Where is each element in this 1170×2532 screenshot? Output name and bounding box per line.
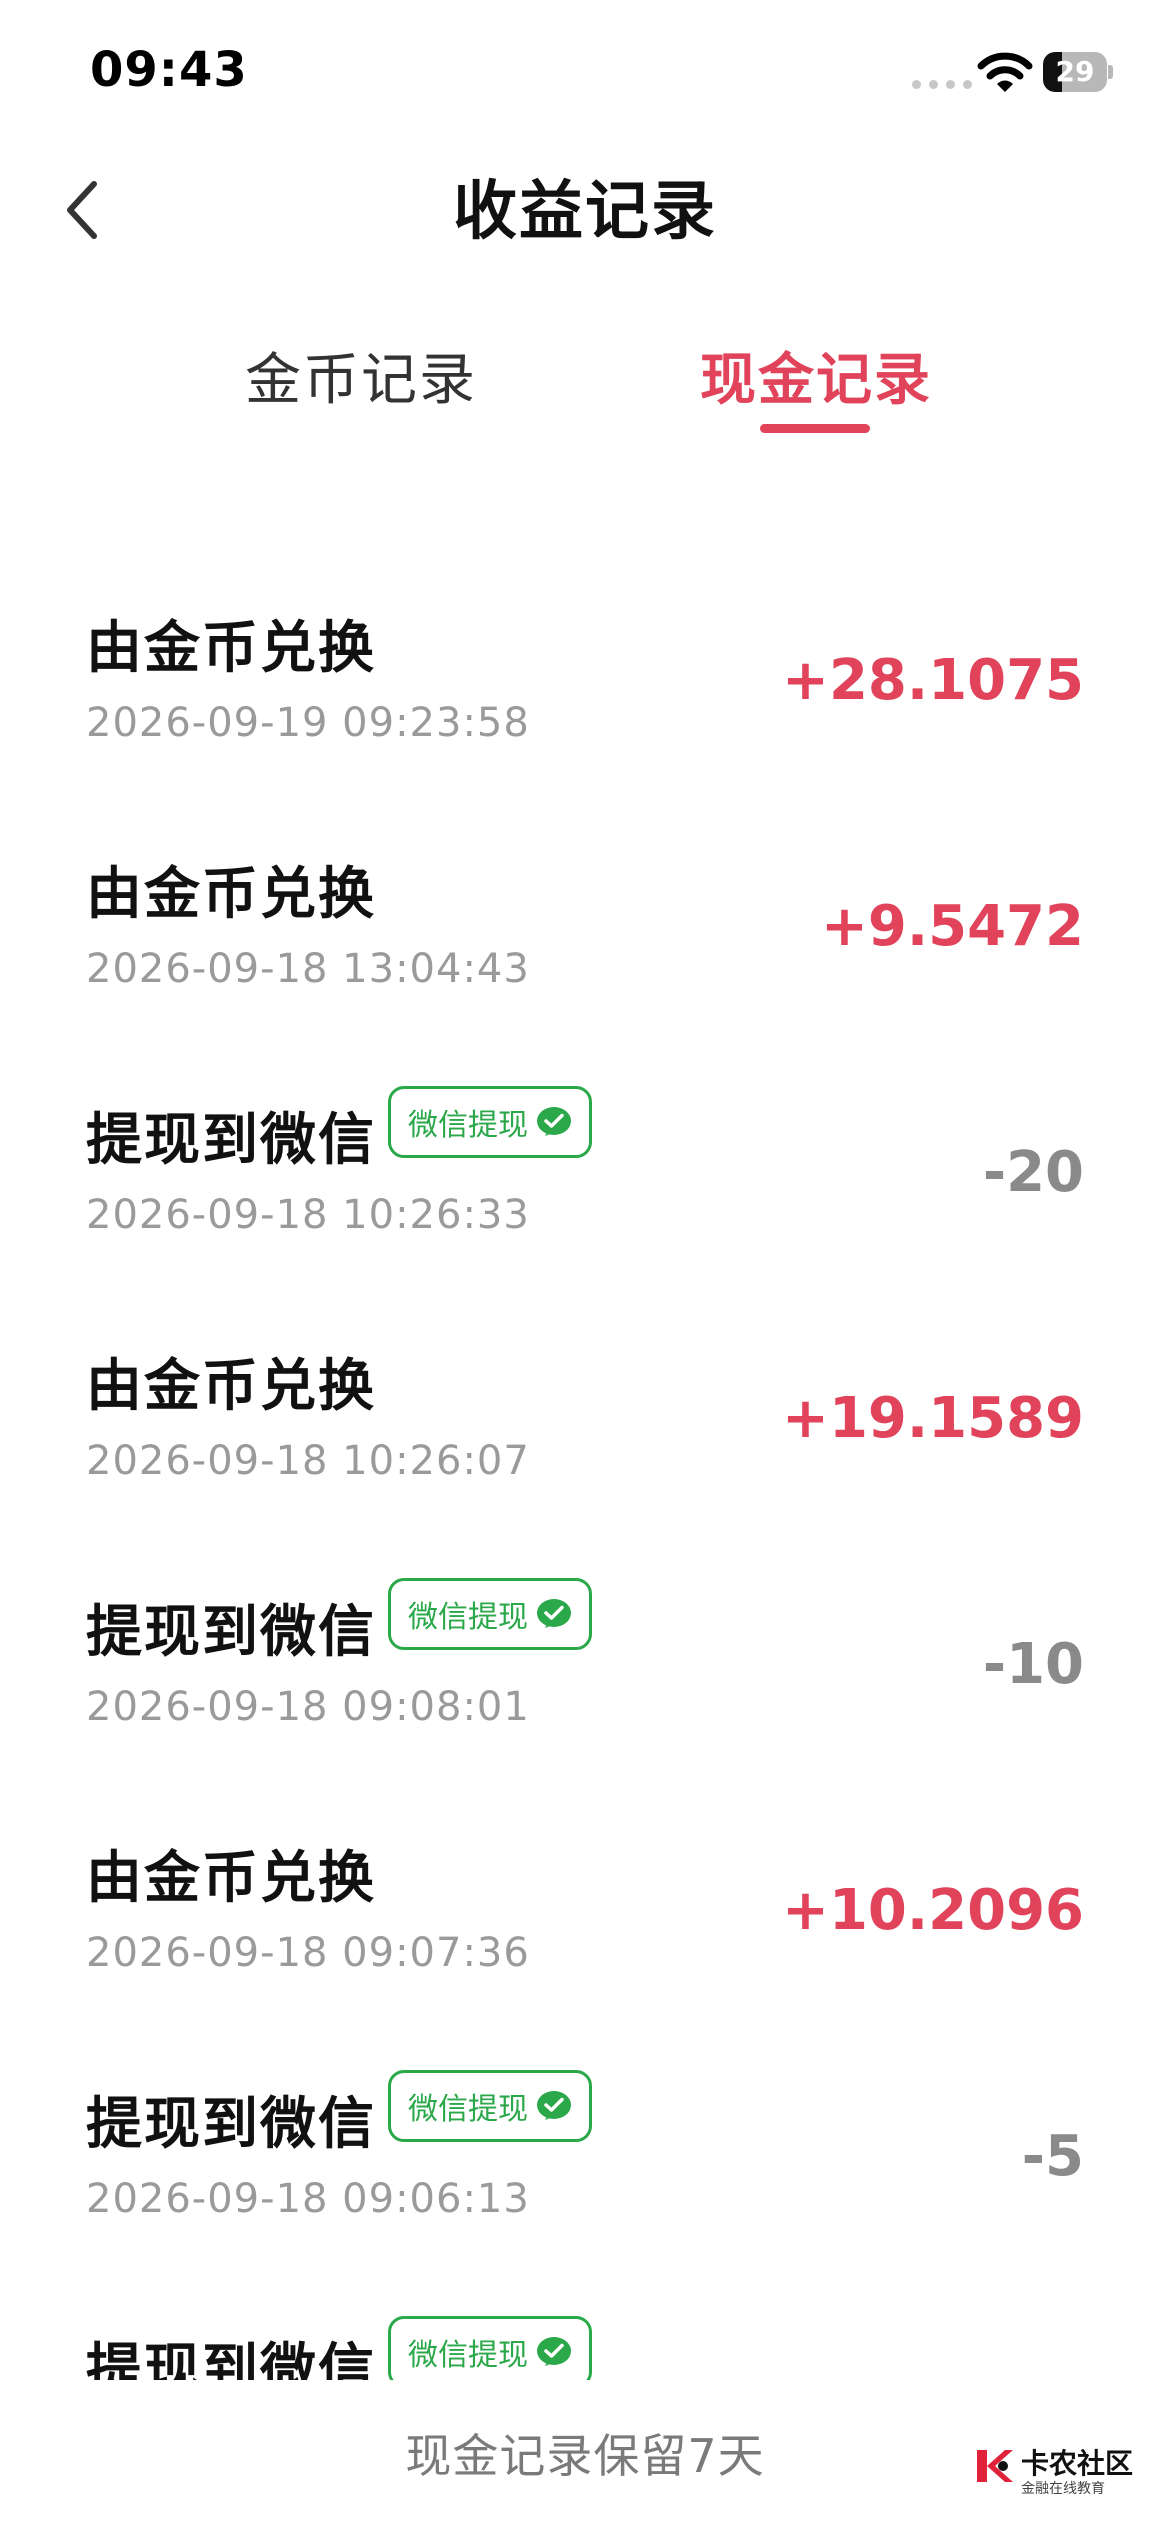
list-item[interactable]: 提现到微信 微信提现 2026-09-18 09:08:01 -10 bbox=[0, 1532, 1170, 1778]
record-date: 2026-09-18 09:08:01 bbox=[86, 1684, 530, 1730]
list-item[interactable]: 由金币兑换 2026-09-19 09:23:58 +28.1075 bbox=[0, 548, 1170, 794]
watermark-name: 卡农社区 bbox=[1021, 2447, 1134, 2480]
record-date: 2026-09-18 10:26:07 bbox=[86, 1438, 530, 1484]
wechat-withdraw-badge: 微信提现 bbox=[388, 1086, 592, 1158]
record-amount: -5 bbox=[1021, 2124, 1084, 2189]
record-title: 提现到微信 bbox=[86, 2092, 376, 2157]
record-title: 提现到微信 bbox=[86, 1600, 376, 1665]
record-date: 2026-09-18 13:04:43 bbox=[86, 946, 530, 992]
wechat-check-icon bbox=[537, 1599, 571, 1628]
record-date: 2026-09-19 09:23:58 bbox=[86, 700, 530, 746]
badge-label: 微信提现 bbox=[408, 2338, 528, 2373]
list-item[interactable]: 由金币兑换 2026-09-18 10:26:07 +19.1589 bbox=[0, 1286, 1170, 1532]
record-title: 提现到微信 bbox=[86, 1108, 376, 1173]
app-screen: 09:43 29 收益记录 金币记录 现金记录 由金币兑换 2026-09-19… bbox=[0, 0, 1170, 2532]
record-amount: -20 bbox=[982, 1140, 1084, 1205]
page-title: 收益记录 bbox=[453, 175, 717, 249]
record-date: 2026-09-18 10:26:33 bbox=[86, 1192, 530, 1238]
record-amount: +9.5472 bbox=[820, 894, 1084, 959]
list-item[interactable]: 提现到微信 微信提现 2026-09-18 09:06:13 -5 bbox=[0, 2024, 1170, 2270]
record-amount: +10.2096 bbox=[782, 1878, 1084, 1943]
record-title: 由金币兑换 bbox=[86, 1354, 376, 1419]
wifi-icon bbox=[977, 52, 1033, 92]
wechat-check-icon bbox=[537, 2337, 571, 2366]
watermark-logo: 卡农社区 金融在线教育 bbox=[975, 2440, 1135, 2510]
badge-label: 微信提现 bbox=[408, 1600, 528, 1635]
tab-cash-records[interactable]: 现金记录 bbox=[700, 335, 932, 416]
wechat-check-icon bbox=[537, 2091, 571, 2120]
list-item[interactable]: 提现到微信 微信提现 bbox=[0, 2270, 1170, 2380]
list-item[interactable]: 由金币兑换 2026-09-18 13:04:43 +9.5472 bbox=[0, 794, 1170, 1040]
record-amount: +28.1075 bbox=[782, 648, 1084, 713]
active-tab-indicator bbox=[760, 424, 870, 433]
record-list[interactable]: 由金币兑换 2026-09-19 09:23:58 +28.1075 由金币兑换… bbox=[0, 548, 1170, 2380]
list-item[interactable]: 提现到微信 微信提现 2026-09-18 10:26:33 -20 bbox=[0, 1040, 1170, 1286]
badge-label: 微信提现 bbox=[408, 1108, 528, 1143]
badge-label: 微信提现 bbox=[408, 2092, 528, 2127]
record-title: 提现到微信 bbox=[86, 2338, 376, 2380]
record-amount: -10 bbox=[982, 1632, 1084, 1697]
tab-coin-records[interactable]: 金币记录 bbox=[245, 335, 477, 416]
wechat-withdraw-badge: 微信提现 bbox=[388, 2070, 592, 2142]
battery-level: 29 bbox=[1055, 55, 1095, 88]
record-title: 由金币兑换 bbox=[86, 616, 376, 681]
status-time: 09:43 bbox=[90, 42, 248, 98]
record-title: 由金币兑换 bbox=[86, 1846, 376, 1911]
record-date: 2026-09-18 09:07:36 bbox=[86, 1930, 530, 1976]
list-item[interactable]: 由金币兑换 2026-09-18 09:07:36 +10.2096 bbox=[0, 1778, 1170, 2024]
wechat-check-icon bbox=[537, 1107, 571, 1136]
record-date: 2026-09-18 09:06:13 bbox=[86, 2176, 530, 2222]
record-title: 由金币兑换 bbox=[86, 862, 376, 927]
battery-icon: 29 bbox=[1043, 52, 1113, 92]
watermark-subtitle: 金融在线教育 bbox=[1021, 2481, 1105, 2497]
wechat-withdraw-badge: 微信提现 bbox=[388, 1578, 592, 1650]
wechat-withdraw-badge: 微信提现 bbox=[388, 2316, 592, 2380]
cellular-signal-icon bbox=[912, 80, 972, 89]
kanong-logo-icon bbox=[977, 2450, 1013, 2482]
record-amount: +19.1589 bbox=[782, 1386, 1084, 1451]
status-bar: 09:43 29 bbox=[0, 0, 1170, 150]
